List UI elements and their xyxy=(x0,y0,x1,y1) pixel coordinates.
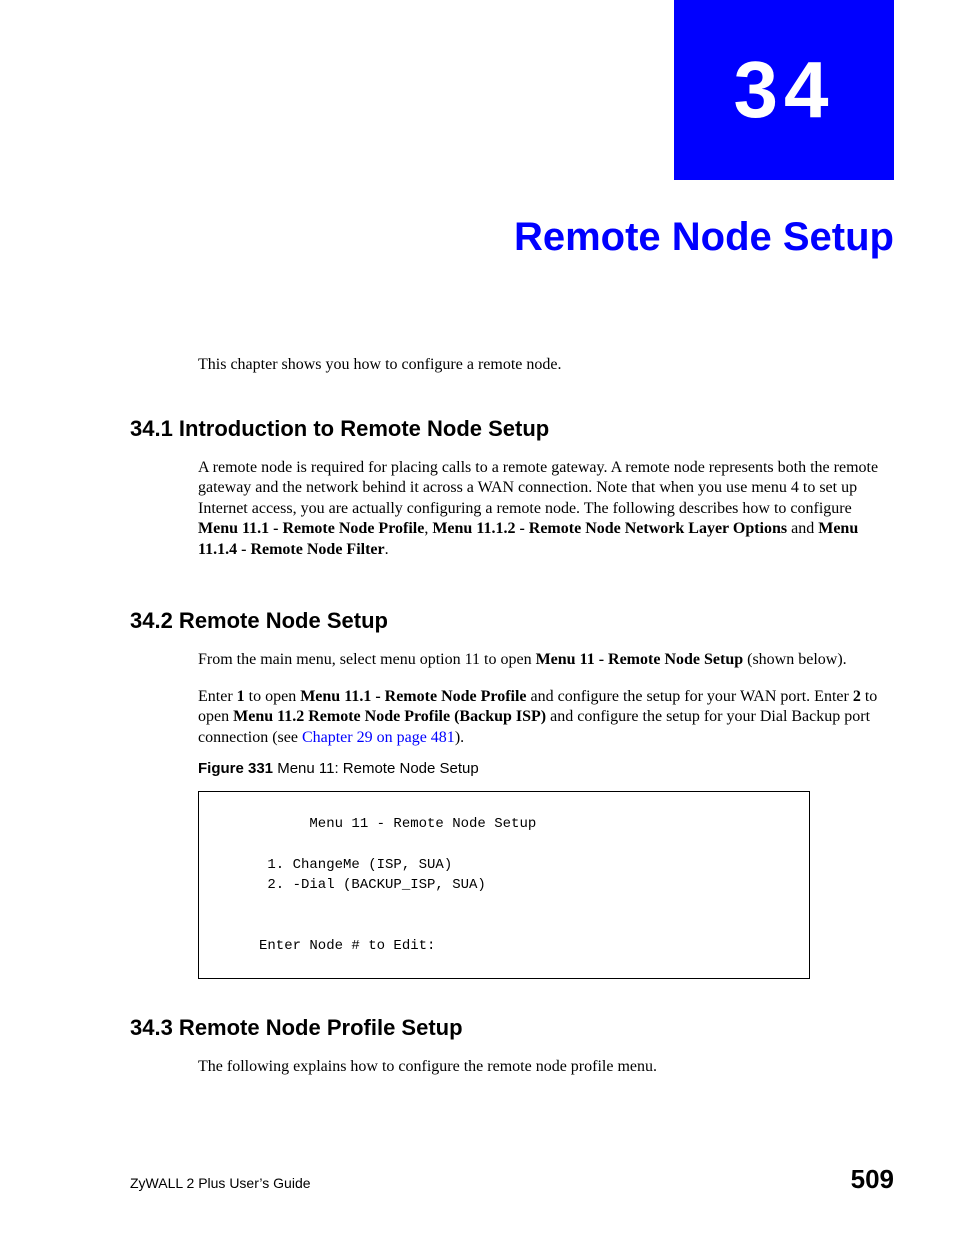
bold: Menu 11.1 - Remote Node Profile xyxy=(198,520,424,537)
section-34-3-paragraph: The following explains how to configure … xyxy=(198,1057,894,1077)
text: to open xyxy=(245,688,301,705)
section-34-2-paragraph-2: Enter 1 to open Menu 11.1 - Remote Node … xyxy=(198,687,894,748)
section-heading-34-2: 34.2 Remote Node Setup xyxy=(130,608,894,634)
section-heading-34-3: 34.3 Remote Node Profile Setup xyxy=(130,1015,894,1041)
bold: Menu 11.1.2 - Remote Node Network Layer … xyxy=(432,520,787,537)
bold: Menu 11.2 Remote Node Profile (Backup IS… xyxy=(233,708,546,725)
section-heading-34-1: 34.1 Introduction to Remote Node Setup xyxy=(130,416,894,442)
text: ). xyxy=(455,729,464,746)
section-34-2-paragraph-1: From the main menu, select menu option 1… xyxy=(198,650,894,670)
text: (shown below). xyxy=(743,651,847,668)
text: . xyxy=(385,541,389,558)
chapter-intro: This chapter shows you how to configure … xyxy=(198,356,894,374)
text: Enter xyxy=(198,688,237,705)
bold: Menu 11 - Remote Node Setup xyxy=(536,651,744,668)
figure-menu-box: Menu 11 - Remote Node Setup 1. ChangeMe … xyxy=(198,791,810,979)
footer-page-number: 509 xyxy=(851,1164,894,1195)
text: From the main menu, select menu option 1… xyxy=(198,651,536,668)
figure-label-bold: Figure 331 xyxy=(198,760,277,777)
content: This chapter shows you how to configure … xyxy=(130,340,894,1090)
text: and configure the setup for your WAN por… xyxy=(527,688,853,705)
bold: 1 xyxy=(237,688,245,705)
cross-reference-link[interactable]: Chapter 29 on page 481 xyxy=(302,729,455,746)
figure-caption: Figure 331 Menu 11: Remote Node Setup xyxy=(198,760,894,777)
chapter-number: 34 xyxy=(734,44,835,136)
chapter-number-block: 34 xyxy=(674,0,894,180)
bold: 2 xyxy=(853,688,861,705)
text: and xyxy=(787,520,818,537)
chapter-title: Remote Node Setup xyxy=(130,215,894,260)
page: 34 Remote Node Setup This chapter shows … xyxy=(0,0,954,1235)
footer-guide-name: ZyWALL 2 Plus User’s Guide xyxy=(130,1175,311,1191)
footer: ZyWALL 2 Plus User’s Guide 509 xyxy=(130,1164,894,1195)
bold: Menu 11.1 - Remote Node Profile xyxy=(300,688,526,705)
text: A remote node is required for placing ca… xyxy=(198,459,878,517)
section-34-1-paragraph: A remote node is required for placing ca… xyxy=(198,458,894,560)
figure-label: Menu 11: Remote Node Setup xyxy=(277,760,479,777)
